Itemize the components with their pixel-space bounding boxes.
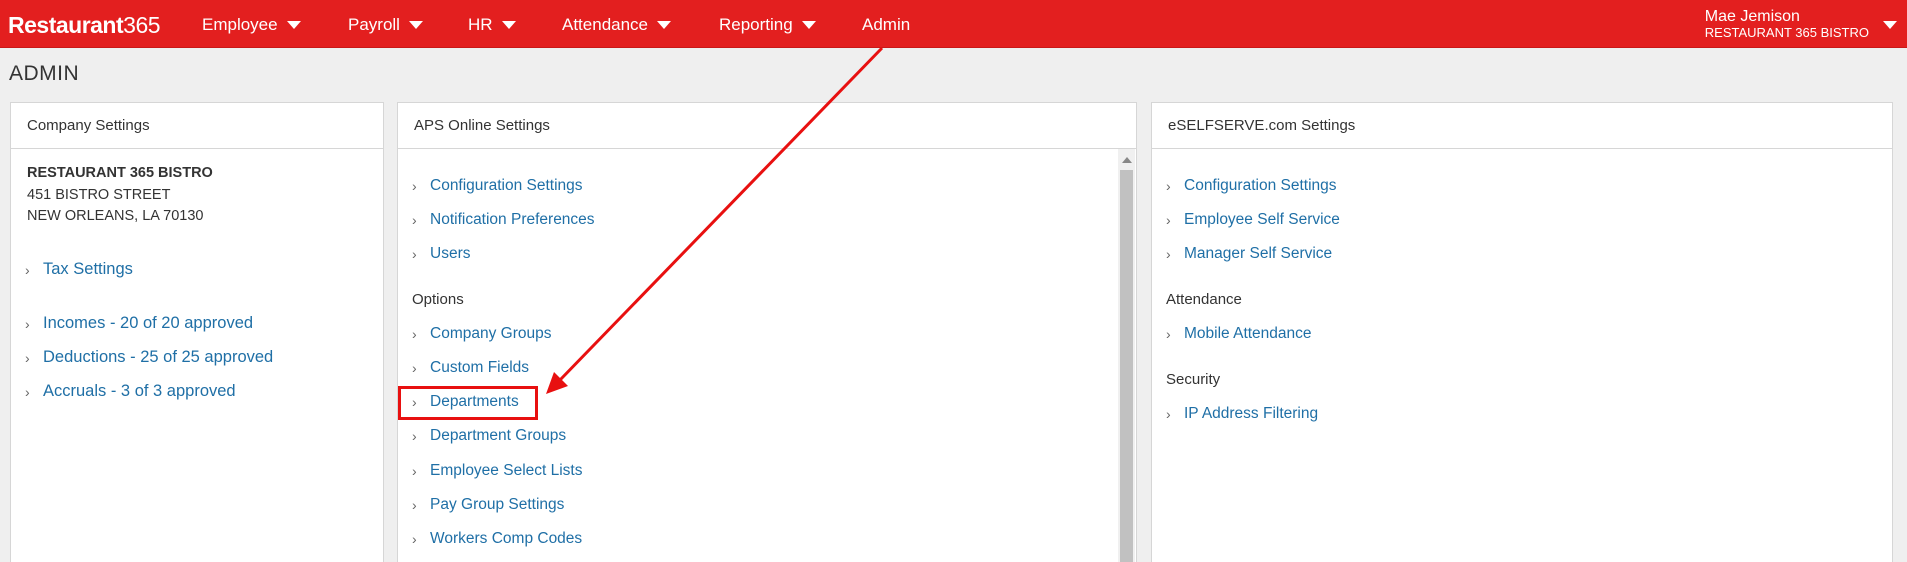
chevron-right-icon: › [412,463,417,479]
employee-select-lists-link[interactable]: › Employee Select Lists [412,462,583,480]
page-title: ADMIN [9,62,80,85]
nav-payroll-label: Payroll [348,15,400,34]
nav-payroll[interactable]: Payroll [348,15,423,35]
nav-employee[interactable]: Employee [202,15,301,35]
deductions-link[interactable]: › Deductions - 25 of 25 approved [25,348,273,367]
ess-settings-header: eSELFSERVE.com Settings [1152,103,1892,149]
aps-online-settings-card: APS Online Settings › Configuration Setti… [397,102,1137,562]
caret-down-icon [1883,20,1897,29]
chevron-right-icon: › [1166,178,1171,194]
eselfserve-settings-card: eSELFSERVE.com Settings › Configuration S… [1151,102,1893,562]
pay-group-settings-link[interactable]: › Pay Group Settings [412,496,564,514]
deductions-label: Deductions - 25 of 25 approved [43,348,274,366]
departments-highlight-box [398,386,538,420]
nav-hr[interactable]: HR [468,15,516,35]
company-name: RESTAURANT 365 BISTRO [27,165,213,181]
accruals-link[interactable]: › Accruals - 3 of 3 approved [25,382,236,401]
aps-settings-body: › Configuration Settings › Notification Pr… [398,149,1136,562]
workers-comp-codes-label: Workers Comp Codes [430,530,583,547]
ip-address-filtering-link[interactable]: › IP Address Filtering [1166,405,1318,423]
chevron-right-icon: › [25,383,30,400]
caret-down-icon [501,21,516,29]
chevron-right-icon: › [412,360,417,376]
nav-reporting[interactable]: Reporting [719,15,816,35]
ess-configuration-settings-link[interactable]: › Configuration Settings [1166,177,1337,195]
company-groups-label: Company Groups [430,325,552,342]
scroll-thumb[interactable] [1120,170,1133,562]
ess-configuration-settings-label: Configuration Settings [1184,177,1337,194]
nav-admin[interactable]: Admin [862,15,910,35]
notification-preferences-label: Notification Preferences [430,211,595,228]
company-settings-body: RESTAURANT 365 BISTRO 451 BISTRO STREET … [11,149,383,562]
restaurant365-logo[interactable]: Restaurant365 [8,12,161,39]
aps-scrollbar[interactable] [1118,149,1135,562]
caret-down-icon [408,21,423,29]
chevron-right-icon: › [412,497,417,513]
users-link[interactable]: › Users [412,245,470,263]
chevron-right-icon: › [1166,326,1171,342]
company-settings-header: Company Settings [11,103,383,149]
caret-down-icon [801,21,816,29]
options-section-label: Options [412,291,464,308]
department-groups-label: Department Groups [430,427,567,444]
nav-admin-label: Admin [862,15,911,34]
manager-self-service-label: Manager Self Service [1184,245,1333,262]
chevron-right-icon: › [25,349,30,366]
chevron-right-icon: › [412,212,417,228]
custom-fields-label: Custom Fields [430,359,530,376]
top-nav-bar: Restaurant365 Employee Payroll HR Attend… [0,0,1907,48]
tax-settings-link[interactable]: › Tax Settings [25,260,133,279]
workers-comp-codes-link[interactable]: › Workers Comp Codes [412,530,582,548]
ess-settings-body: › Configuration Settings › Employee Self S… [1152,149,1892,562]
chevron-right-icon: › [1166,246,1171,262]
department-groups-link[interactable]: › Department Groups [412,427,566,445]
notification-preferences-link[interactable]: › Notification Preferences [412,211,595,229]
custom-fields-link[interactable]: › Custom Fields [412,359,529,377]
incomes-label: Incomes - 20 of 20 approved [43,314,254,332]
company-groups-link[interactable]: › Company Groups [412,325,551,343]
attendance-section-label: Attendance [1166,291,1242,308]
pay-group-settings-label: Pay Group Settings [430,496,565,513]
company-address-line1: 451 BISTRO STREET [27,187,171,203]
ip-address-filtering-label: IP Address Filtering [1184,405,1319,422]
chevron-right-icon: › [412,428,417,444]
company-settings-card: Company Settings RESTAURANT 365 BISTRO 4… [10,102,384,562]
nav-reporting-label: Reporting [719,15,793,34]
company-address-line2: NEW ORLEANS, LA 70130 [27,208,204,224]
employee-self-service-link[interactable]: › Employee Self Service [1166,211,1340,229]
accruals-label: Accruals - 3 of 3 approved [43,382,236,400]
caret-down-icon [286,21,301,29]
users-label: Users [430,245,471,262]
mobile-attendance-link[interactable]: › Mobile Attendance [1166,325,1312,343]
user-menu[interactable]: Mae Jemison RESTAURANT 365 BISTRO [1705,8,1897,41]
nav-hr-label: HR [468,15,493,34]
mobile-attendance-label: Mobile Attendance [1184,325,1312,342]
user-name: Mae Jemison [1704,8,1800,25]
aps-settings-header: APS Online Settings [398,103,1136,149]
security-section-label: Security [1166,371,1221,388]
logo-text: Restaurant [8,12,124,38]
nav-attendance-label: Attendance [562,15,649,34]
incomes-link[interactable]: › Incomes - 20 of 20 approved [25,314,253,333]
nav-employee-label: Employee [202,15,278,34]
user-company: RESTAURANT 365 BISTRO [1704,25,1869,41]
chevron-right-icon: › [412,246,417,262]
chevron-right-icon: › [412,531,417,547]
nav-attendance[interactable]: Attendance [562,15,672,35]
chevron-right-icon: › [412,326,417,342]
tax-settings-label: Tax Settings [43,260,133,278]
chevron-right-icon: › [1166,212,1171,228]
employee-select-lists-label: Employee Select Lists [430,462,583,479]
caret-down-icon [657,21,672,29]
scroll-up-arrow-icon[interactable] [1122,157,1132,163]
aps-configuration-settings-label: Configuration Settings [430,177,583,194]
manager-self-service-link[interactable]: › Manager Self Service [1166,245,1332,263]
chevron-right-icon: › [1166,406,1171,422]
chevron-right-icon: › [25,315,30,332]
chevron-right-icon: › [412,178,417,194]
chevron-right-icon: › [25,261,30,278]
employee-self-service-label: Employee Self Service [1184,211,1340,228]
aps-configuration-settings-link[interactable]: › Configuration Settings [412,177,583,195]
logo-number: 365 [123,12,161,38]
